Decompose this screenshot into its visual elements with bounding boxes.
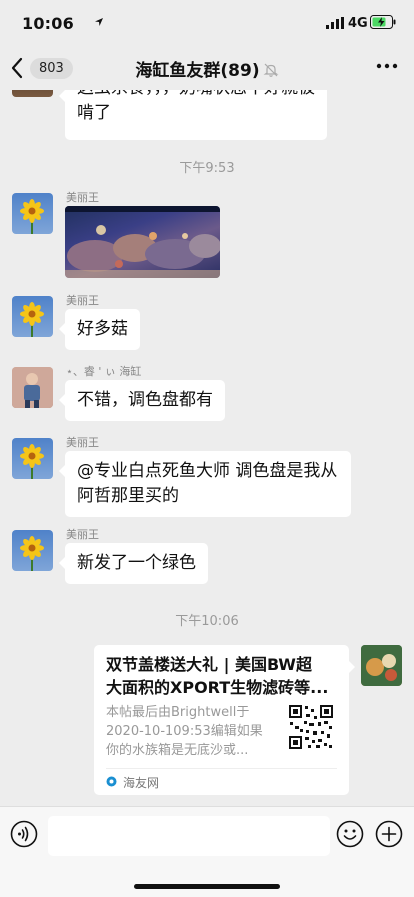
message-text: 不错，调色盘都有 xyxy=(77,390,213,410)
voice-icon[interactable] xyxy=(10,820,38,848)
link-card-title-line: 双节盖楼送大礼 | 美国BW超 xyxy=(106,655,312,674)
divider xyxy=(106,768,337,769)
source-logo-icon xyxy=(106,776,117,787)
link-card-desc-line: 你的水族箱是无底沙或... xyxy=(106,743,249,758)
avatar[interactable] xyxy=(12,296,53,337)
avatar[interactable] xyxy=(12,530,53,571)
plus-icon[interactable] xyxy=(375,820,403,848)
input-bar xyxy=(0,806,414,897)
my-avatar-image xyxy=(361,645,402,686)
avatar[interactable] xyxy=(12,367,53,408)
more-dots-icon[interactable] xyxy=(376,62,398,70)
message-bubble[interactable]: @专业白点死鱼大师 调色盘是我从 阿哲那里买的 xyxy=(59,451,351,517)
link-card-title: 双节盖楼送大礼 | 美国BW超 大面积的XPORT生物滤砖等... xyxy=(106,653,338,699)
sender-name: 美丽王 xyxy=(66,191,99,204)
flower-avatar-image xyxy=(20,302,44,337)
battery-charging-icon xyxy=(370,15,396,29)
message-bubble[interactable]: 不错，调色盘都有 xyxy=(59,380,225,421)
status-time: 10:06 xyxy=(22,14,74,33)
message-text: 好多菇 xyxy=(77,319,128,339)
qr-code-icon xyxy=(288,704,334,750)
mute-bell-icon xyxy=(263,63,279,77)
message-text: 阿哲那里买的 xyxy=(77,486,179,506)
avatar[interactable] xyxy=(12,90,53,97)
chat-title: 海缸鱼友群(89) xyxy=(135,61,260,81)
image-message[interactable] xyxy=(65,206,220,278)
person-avatar-image xyxy=(12,367,53,408)
chat-header: 803 海缸鱼友群(89) xyxy=(0,46,414,90)
message-text: 新发了一个绿色 xyxy=(77,553,196,573)
network-label: 4G xyxy=(348,16,368,31)
message-bubble[interactable]: 好多菇 xyxy=(59,309,140,350)
link-card-desc-line: 2020-10-109:53编辑如果 xyxy=(106,724,263,739)
flower-avatar-image xyxy=(20,444,44,479)
message-bubble[interactable]: 新发了一个绿色 xyxy=(59,543,208,584)
sender-name: ⋆、睿 ' ぃ 海缸 xyxy=(66,365,142,378)
flower-avatar-image xyxy=(20,536,44,571)
avatar[interactable] xyxy=(12,438,53,479)
aquarium-photo xyxy=(65,206,220,278)
link-card-source: 海友网 xyxy=(123,776,160,790)
message-text: 啃了 xyxy=(77,103,111,123)
timestamp: 下午10:06 xyxy=(175,614,239,629)
link-card-desc-line: 本帖最后由Brightwell于 xyxy=(106,705,250,720)
chat-title-wrap: 海缸鱼友群(89) xyxy=(0,56,414,81)
signal-icon xyxy=(326,17,344,29)
location-arrow-icon xyxy=(95,18,103,26)
link-card-description: 本帖最后由Brightwell于 2020-10-109:53编辑如果 你的水族… xyxy=(106,703,278,760)
message-input[interactable] xyxy=(48,816,330,856)
link-card-title-line: 大面积的XPORT生物滤砖等... xyxy=(106,678,329,697)
emoji-icon[interactable] xyxy=(336,820,364,848)
link-card[interactable]: 双节盖楼送大礼 | 美国BW超 大面积的XPORT生物滤砖等... 本帖最后由B… xyxy=(94,645,355,795)
status-bar: 10:06 4G xyxy=(0,0,414,46)
sender-name: 美丽王 xyxy=(66,436,99,449)
chat-messages[interactable]: 这虫杀食，，，奶嘴状态不好就被 啃了 下午9:53 美丽王 xyxy=(0,90,414,806)
timestamp: 下午9:53 xyxy=(179,161,235,176)
sender-name: 美丽王 xyxy=(66,294,99,307)
avatar[interactable] xyxy=(12,193,53,234)
message-text: @专业白点死鱼大师 调色盘是我从 xyxy=(77,461,338,481)
sender-name: 美丽王 xyxy=(66,528,99,541)
flower-avatar-image xyxy=(20,199,44,234)
message-text: 这虫杀食，，，奶嘴状态不好就被 xyxy=(77,90,315,101)
home-indicator xyxy=(134,884,280,889)
avatar[interactable] xyxy=(361,645,402,686)
message-bubble-partial[interactable]: 这虫杀食，，，奶嘴状态不好就被 啃了 xyxy=(59,90,327,140)
